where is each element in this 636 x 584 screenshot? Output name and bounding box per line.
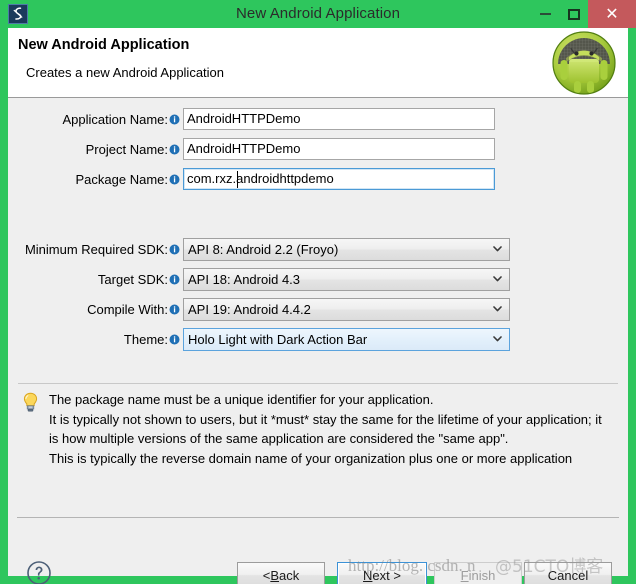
back-button-mnemonic: B (270, 567, 280, 583)
info-icon[interactable] (169, 334, 180, 345)
info-icon[interactable] (169, 174, 180, 185)
compile-with-label: Compile With: (87, 301, 168, 317)
android-logo-icon (549, 28, 619, 98)
package-name-input[interactable]: com.rxz .androidhttpdemo (183, 168, 495, 190)
theme-value: Holo Light with Dark Action Bar (188, 331, 368, 347)
minimize-icon (539, 13, 551, 15)
chevron-down-icon (493, 276, 502, 282)
minimum-required-sdk-select[interactable]: API 8: Android 2.2 (Froyo) (183, 237, 510, 261)
theme-label: Theme: (123, 331, 168, 347)
project-name-input[interactable]: AndroidHTTPDemo (183, 138, 495, 160)
package-name-text-before-caret: com.rxz (187, 171, 233, 186)
tip-line-1: The package name must be a unique identi… (49, 392, 434, 407)
package-name-label: Package Name: (75, 171, 169, 187)
next-button-mnemonic: N (363, 567, 373, 583)
project-name-label: Project Name: (85, 141, 168, 157)
info-icon[interactable] (169, 114, 180, 125)
button-bar: < Back Next > Finish Cancel (8, 518, 628, 584)
minimum-required-sdk-label: Minimum Required SDK: (24, 241, 168, 257)
next-button-suffix: ext > (372, 567, 401, 583)
lightbulb-icon (22, 392, 39, 412)
help-icon[interactable] (26, 560, 52, 584)
field-row-compile-with: Compile With: API 19: Android 4.4.2 (8, 297, 628, 321)
finish-button-mnemonic: F (460, 567, 469, 583)
page-subtitle: Creates a new Android Application (26, 65, 225, 80)
back-button-suffix: ack (279, 567, 300, 583)
cancel-button[interactable]: Cancel (524, 562, 612, 584)
title-bar[interactable]: New Android Application ✕ (0, 0, 636, 28)
info-icon[interactable] (169, 304, 180, 315)
text-caret (237, 171, 238, 188)
application-name-label: Application Name: (62, 111, 169, 127)
target-sdk-select[interactable]: API 18: Android 4.3 (183, 267, 510, 291)
minimize-button[interactable] (530, 0, 560, 28)
close-icon: ✕ (605, 4, 619, 23)
compile-with-select[interactable]: API 19: Android 4.4.2 (183, 297, 510, 321)
maximize-icon (568, 8, 580, 20)
finish-button: Finish (434, 562, 522, 584)
dialog-body: New Android Application Creates a new An… (8, 28, 628, 584)
finish-button-suffix: inish (468, 567, 496, 583)
back-button-prefix: < (262, 567, 271, 583)
form-area: Application Name: AndroidHTTPDemo Projec… (8, 99, 628, 375)
compile-with-value: API 19: Android 4.4.2 (188, 301, 311, 317)
theme-select[interactable]: Holo Light with Dark Action Bar (183, 327, 510, 351)
tip-line-4: This is typically the reverse domain nam… (49, 450, 573, 466)
package-name-text-after-caret: .androidhttpdemo (232, 171, 334, 186)
field-row-application-name: Application Name: AndroidHTTPDemo (8, 107, 628, 131)
field-row-package-name: Package Name: com.rxz .androidhttpdemo (8, 167, 628, 191)
info-icon[interactable] (169, 274, 180, 285)
minimum-required-sdk-value: API 8: Android 2.2 (Froyo) (188, 241, 339, 257)
page-title: New Android Application (18, 37, 190, 53)
info-icon[interactable] (169, 144, 180, 155)
divider-above-tip (18, 383, 618, 384)
chevron-down-icon (493, 336, 502, 342)
chevron-down-icon (493, 246, 502, 252)
close-button[interactable]: ✕ (588, 0, 636, 28)
field-row-target-sdk: Target SDK: API 18: Android 4.3 (8, 267, 628, 291)
maximize-button[interactable] (560, 0, 588, 28)
info-icon[interactable] (169, 244, 180, 255)
tip-line-2: It is typically not shown to users, but … (49, 411, 602, 427)
target-sdk-label: Target SDK: (97, 271, 168, 287)
field-row-minimum-required-sdk: Minimum Required SDK: API 8: Android 2.2… (8, 237, 628, 261)
dialog-header: New Android Application Creates a new An… (8, 28, 628, 98)
application-window: New Android Application ✕ New Android Ap… (0, 0, 636, 584)
field-row-project-name: Project Name: AndroidHTTPDemo (8, 137, 628, 161)
chevron-down-icon (493, 306, 502, 312)
back-button[interactable]: < Back (237, 562, 325, 584)
field-row-theme: Theme: Holo Light with Dark Action Bar (8, 327, 628, 351)
application-name-input[interactable]: AndroidHTTPDemo (183, 108, 495, 130)
next-button[interactable]: Next > (337, 562, 427, 584)
cancel-button-label: Cancel (547, 567, 589, 583)
tip-line-3: is how multiple versions of the same app… (49, 431, 509, 446)
target-sdk-value: API 18: Android 4.3 (188, 271, 301, 287)
tip-text: The package name must be a unique identi… (49, 390, 609, 468)
